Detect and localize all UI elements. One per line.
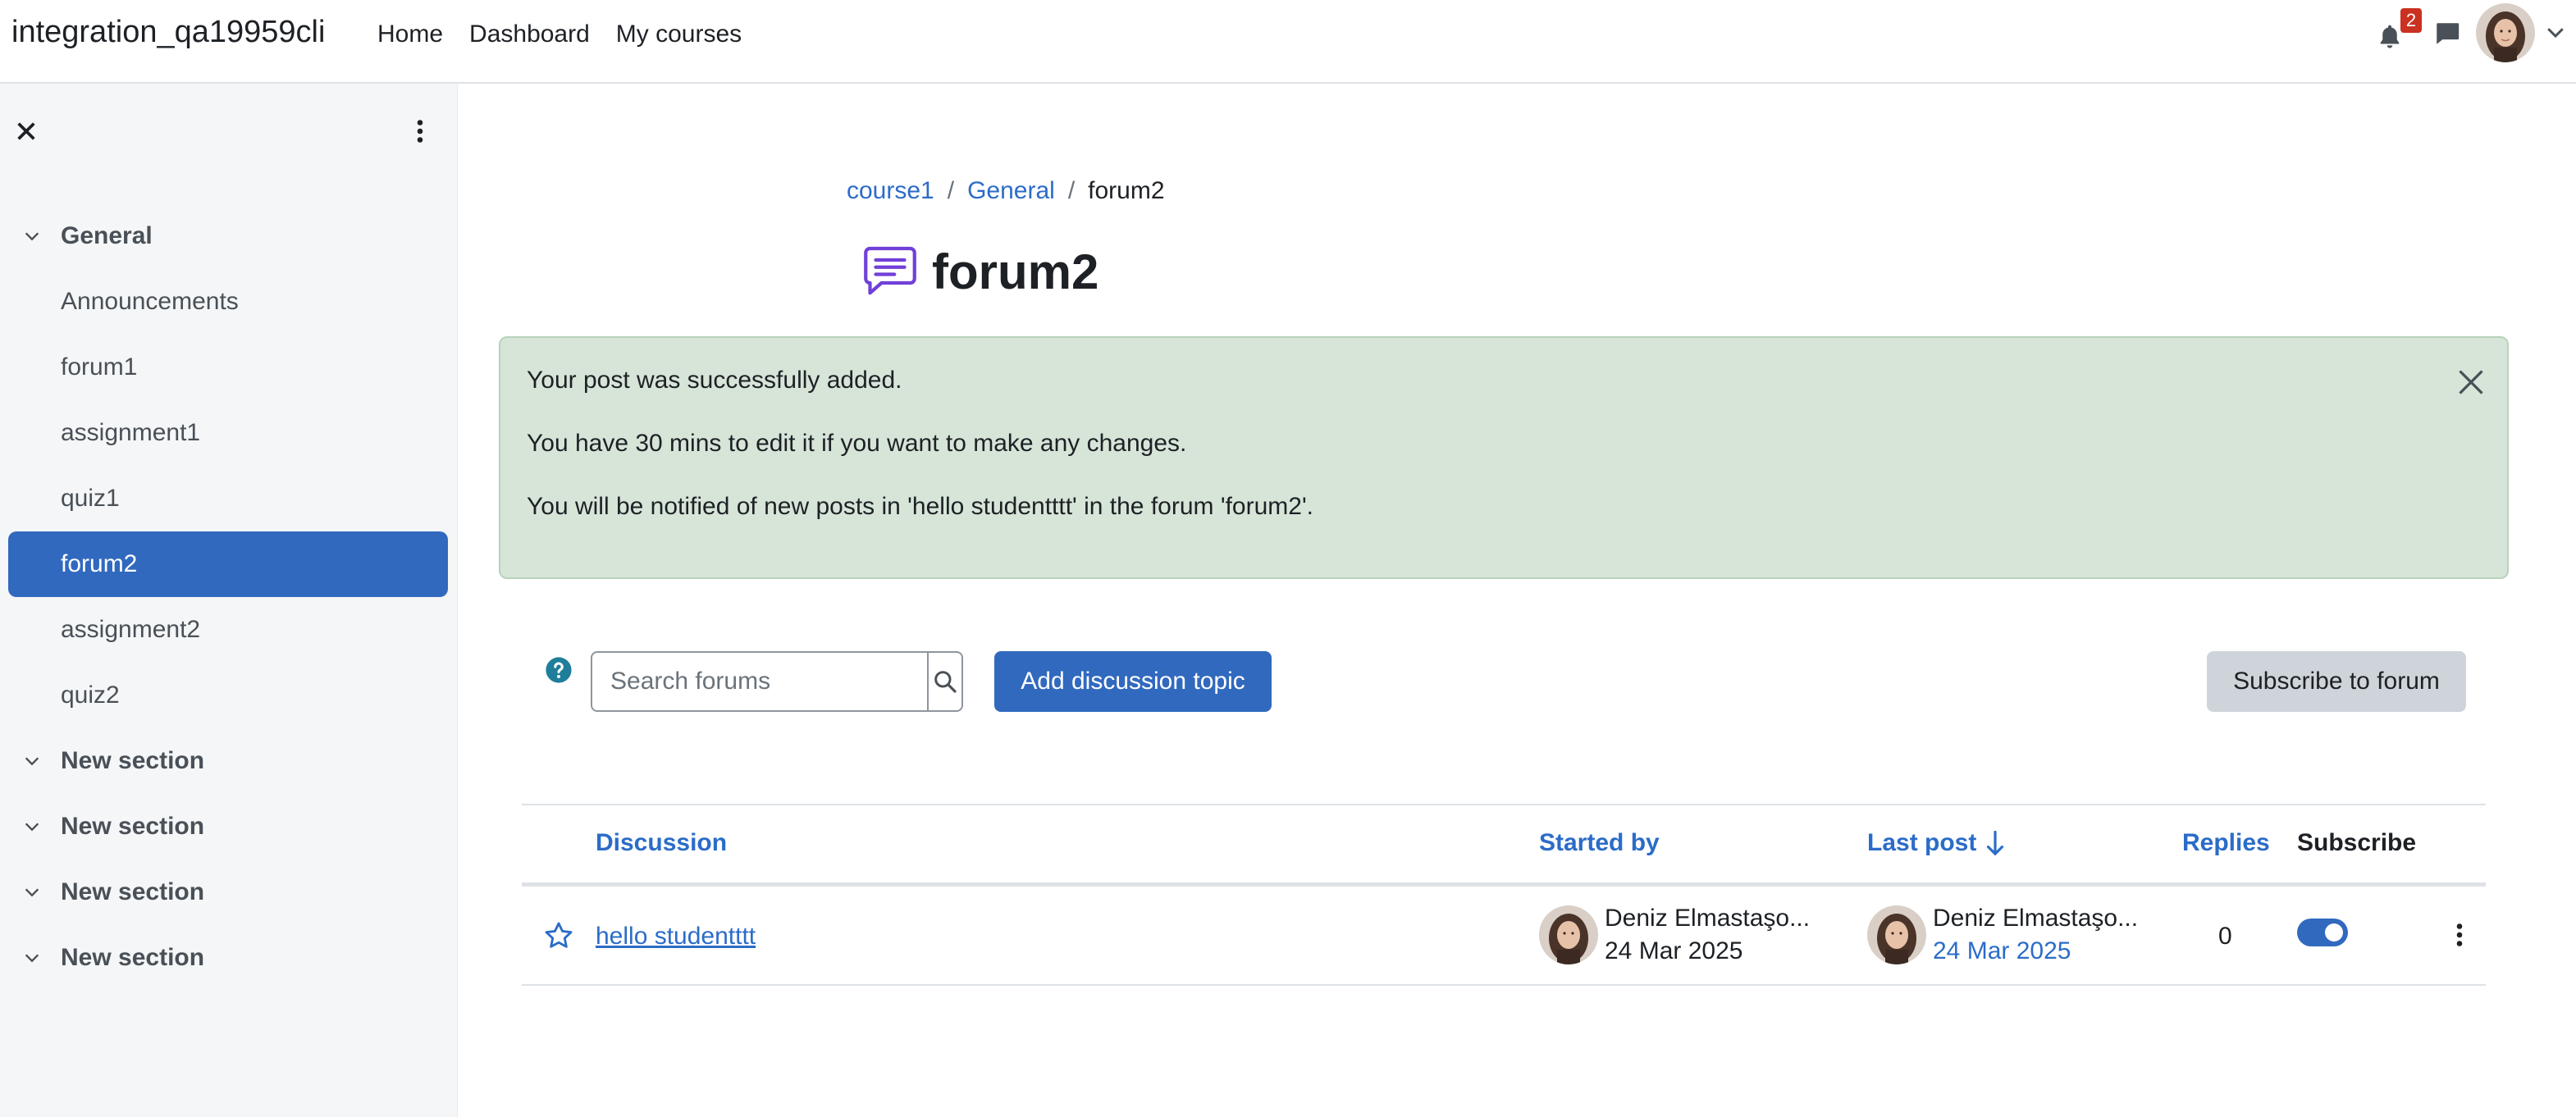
chevron-down-icon[interactable] — [23, 752, 41, 770]
subscribe-to-forum-button[interactable]: Subscribe to forum — [2207, 651, 2466, 712]
header-replies[interactable]: Replies — [2182, 827, 2270, 859]
arrow-down-icon — [1987, 830, 2004, 856]
section-title: New section — [61, 944, 205, 971]
table-bottom-border — [522, 984, 2486, 986]
breadcrumb-separator: / — [1067, 177, 1076, 204]
table-header-border — [522, 882, 2486, 887]
question-circle-icon[interactable] — [545, 656, 573, 684]
site-name[interactable]: integration_qa19959cli — [11, 15, 325, 50]
chat-bubble-icon[interactable] — [2433, 20, 2461, 48]
page-title: forum2 — [932, 244, 1099, 299]
avatar[interactable] — [1539, 905, 1598, 964]
section-general[interactable]: General — [8, 203, 448, 269]
user-avatar-image — [1867, 905, 1926, 964]
header-discussion[interactable]: Discussion — [596, 827, 727, 859]
breadcrumb-current: forum2 — [1088, 177, 1165, 204]
course-item-forum1[interactable]: forum1 — [8, 335, 448, 400]
search-forums-box — [591, 651, 963, 712]
table-top-border — [522, 804, 2486, 805]
course-item-quiz2[interactable]: quiz2 — [8, 663, 448, 728]
notification-count-badge: 2 — [2400, 8, 2422, 33]
breadcrumb-course1[interactable]: course1 — [847, 177, 934, 205]
nav-home-link[interactable]: Home — [364, 18, 456, 51]
avatar[interactable] — [1867, 905, 1926, 964]
replies-count: 0 — [2218, 923, 2232, 950]
notifications-button[interactable]: 2 — [2377, 8, 2422, 51]
course-index-drawer: General Announcements forum1 assignment1… — [0, 84, 458, 1117]
started-by-name[interactable]: Deniz Elmastaşo... — [1605, 902, 1810, 935]
user-avatar[interactable] — [2476, 3, 2535, 62]
subscribe-toggle[interactable] — [2297, 919, 2348, 946]
section-new-2[interactable]: New section — [8, 794, 448, 859]
toggle-knob — [2325, 923, 2343, 941]
section-title: New section — [61, 878, 205, 905]
section-new-1[interactable]: New section — [8, 728, 448, 794]
section-title: New section — [61, 813, 205, 840]
kebab-vertical-icon[interactable] — [405, 116, 435, 146]
page-header: forum2 — [861, 243, 1098, 300]
section-new-3[interactable]: New section — [8, 859, 448, 925]
course-item-assignment2[interactable]: assignment2 — [8, 597, 448, 663]
search-button[interactable] — [927, 653, 961, 710]
course-index-list: General Announcements forum1 assignment1… — [8, 203, 448, 991]
header-subscribe: Subscribe — [2297, 829, 2417, 856]
breadcrumb-general[interactable]: General — [967, 177, 1055, 205]
chevron-down-icon[interactable] — [23, 818, 41, 836]
add-discussion-topic-button[interactable]: Add discussion topic — [994, 651, 1272, 712]
course-item-forum2[interactable]: forum2 — [8, 531, 448, 597]
discussion-link[interactable]: hello studentttt — [596, 920, 756, 953]
header-last-post-label: Last post — [1867, 829, 1977, 856]
close-icon[interactable] — [13, 118, 39, 144]
kebab-vertical-icon[interactable] — [2445, 919, 2474, 951]
nav-dashboard-link[interactable]: Dashboard — [456, 18, 603, 51]
chevron-down-icon[interactable] — [2543, 20, 2568, 44]
section-title: New section — [61, 747, 205, 774]
last-post-name[interactable]: Deniz Elmastaşo... — [1933, 902, 2138, 935]
star-outline-icon[interactable] — [543, 920, 574, 951]
course-item-quiz1[interactable]: quiz1 — [8, 466, 448, 531]
forum-chat-icon — [864, 246, 916, 295]
header-started-by[interactable]: Started by — [1539, 827, 1660, 859]
course-item-assignment1[interactable]: assignment1 — [8, 400, 448, 466]
alert-message: Your post was successfully added. — [527, 367, 902, 394]
success-alert: Your post was successfully added. You ha… — [499, 336, 2509, 579]
alert-message: You have 30 mins to edit it if you want … — [527, 430, 1187, 457]
breadcrumb-separator: / — [947, 177, 955, 204]
search-icon — [934, 671, 957, 693]
chevron-down-icon[interactable] — [23, 227, 41, 245]
user-avatar-image — [1539, 905, 1598, 964]
chevron-down-icon[interactable] — [23, 949, 41, 967]
alert-message: You will be notified of new posts in 'he… — [527, 493, 1314, 520]
section-title: General — [61, 222, 153, 249]
user-avatar-image — [2476, 3, 2535, 62]
breadcrumb: course1 / General / forum2 — [847, 177, 1165, 205]
last-post-date-link[interactable]: 24 Mar 2025 — [1933, 935, 2071, 968]
course-item-announcements[interactable]: Announcements — [8, 269, 448, 335]
close-icon[interactable] — [2456, 367, 2486, 397]
header-last-post[interactable]: Last post — [1867, 827, 2006, 859]
top-navbar: integration_qa19959cli Home Dashboard My… — [0, 0, 2576, 84]
primary-navigation: Home Dashboard My courses — [364, 18, 755, 51]
chevron-down-icon[interactable] — [23, 883, 41, 901]
nav-my-courses-link[interactable]: My courses — [603, 18, 755, 51]
started-by-date: 24 Mar 2025 — [1605, 937, 1743, 964]
bell-icon — [2380, 25, 2400, 48]
section-new-4[interactable]: New section — [8, 925, 448, 991]
search-forums-input[interactable] — [592, 653, 927, 710]
